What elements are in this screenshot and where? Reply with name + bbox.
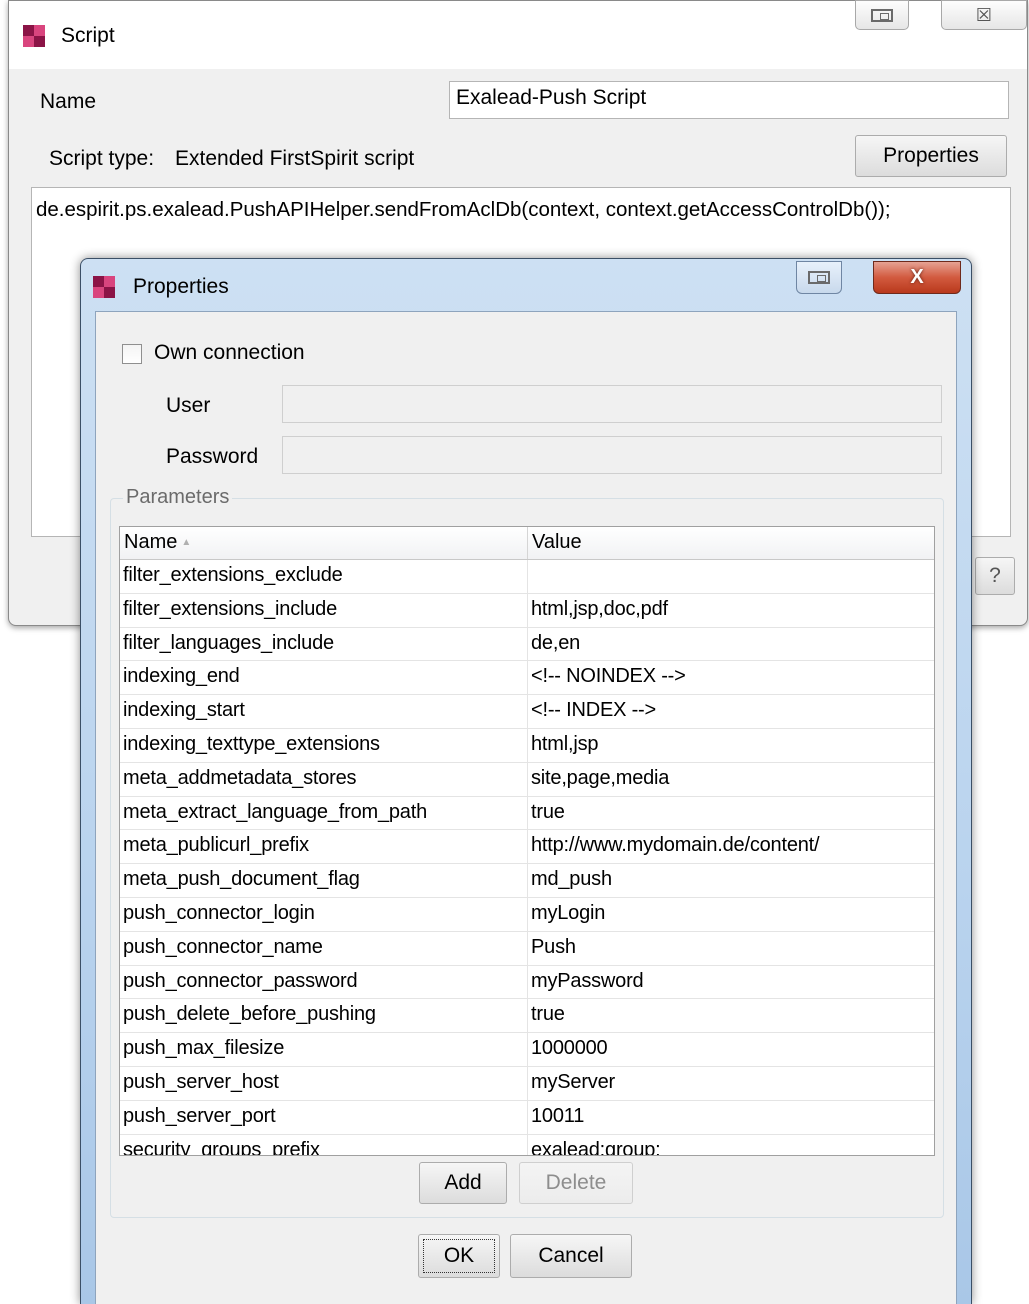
cancel-button[interactable]: Cancel <box>510 1234 632 1278</box>
name-field[interactable]: Exalead-Push Script <box>449 81 1009 119</box>
column-header-value-label: Value <box>532 531 582 553</box>
param-name: push_delete_before_pushing <box>120 999 528 1033</box>
param-value[interactable]: md_push <box>528 864 934 897</box>
properties-dialog-title: Properties <box>133 275 229 298</box>
param-name: filter_extensions_include <box>120 593 528 627</box>
column-header-name-label: Name <box>124 531 178 553</box>
param-name: indexing_end <box>120 661 528 695</box>
param-name: push_connector_login <box>120 897 528 931</box>
param-name: indexing_start <box>120 695 528 728</box>
parameters-group: Parameters Name ▲ Value filter_extensions… <box>110 486 944 1218</box>
param-value[interactable]: myPassword <box>528 966 934 999</box>
param-value[interactable]: 10011 <box>528 1101 934 1134</box>
param-name: meta_extract_language_from_path <box>120 796 528 830</box>
password-label: Password <box>166 445 259 468</box>
focus-ring <box>423 1239 495 1273</box>
ok-button[interactable]: OK <box>418 1234 500 1278</box>
table-row[interactable]: security_groups_prefix exalead:group: <box>120 1134 934 1155</box>
param-name: meta_push_document_flag <box>120 864 528 897</box>
param-name: security_groups_prefix <box>120 1134 528 1155</box>
script-type-value: Extended FirstSpirit script <box>175 147 415 170</box>
param-name: push_connector_password <box>120 965 528 999</box>
param-name: push_connector_name <box>120 931 528 965</box>
parameters-legend: Parameters <box>123 486 233 509</box>
param-name: meta_addmetadata_stores <box>120 762 528 796</box>
table-row[interactable]: filter_extensions_include html,jsp,doc,pd… <box>120 593 934 628</box>
help-button[interactable]: ? <box>975 557 1015 595</box>
table-body: filter_extensions_exclude filter_extensi… <box>120 560 934 1155</box>
script-code-line: de.espirit.ps.exalead.PushAPIHelper.send… <box>36 198 891 221</box>
table-row[interactable]: indexing_texttype_extensions html,jsp <box>120 728 934 763</box>
table-row[interactable]: meta_publicurl_prefix http://www.mydomain… <box>120 830 934 865</box>
properties-dialog: Properties X Own connection User Passwor… <box>80 258 972 1304</box>
param-value[interactable]: <!-- INDEX --> <box>528 695 934 728</box>
param-value[interactable]: true <box>528 999 934 1032</box>
firstspirit-app-icon <box>23 25 45 47</box>
restore-button[interactable] <box>855 0 909 30</box>
table-row[interactable]: push_connector_name Push <box>120 931 934 966</box>
close-button[interactable]: X <box>873 261 961 294</box>
param-name: filter_extensions_exclude <box>120 560 528 593</box>
table-row[interactable]: push_delete_before_pushing true <box>120 999 934 1034</box>
param-value[interactable]: html,jsp <box>528 729 934 762</box>
param-value[interactable] <box>528 560 934 593</box>
table-row[interactable]: push_connector_password myPassword <box>120 965 934 1000</box>
table-row[interactable]: push_max_filesize 1000000 <box>120 1033 934 1067</box>
param-value[interactable]: site,page,media <box>528 763 934 796</box>
param-value[interactable]: <!-- NOINDEX --> <box>528 661 934 694</box>
own-connection-label: Own connection <box>154 341 305 364</box>
name-label: Name <box>40 90 97 113</box>
own-connection-checkbox[interactable] <box>122 344 142 364</box>
properties-content: Own connection User Password Parameters … <box>95 311 957 1304</box>
close-icon: X <box>910 266 924 288</box>
table-row[interactable]: indexing_start <!-- INDEX --> <box>120 695 934 729</box>
script-window-title: Script <box>61 24 115 47</box>
properties-button[interactable]: Properties <box>855 135 1007 177</box>
restore-button[interactable] <box>796 261 842 294</box>
column-header-value[interactable]: Value <box>528 527 934 559</box>
param-value[interactable]: html,jsp,doc,pdf <box>528 594 934 627</box>
close-button[interactable]: ☒ <box>941 0 1027 30</box>
user-label: User <box>166 394 211 417</box>
table-row[interactable]: filter_languages_include de,en <box>120 627 934 662</box>
param-value[interactable]: de,en <box>528 628 934 661</box>
user-field[interactable] <box>282 385 942 423</box>
delete-button[interactable]: Delete <box>519 1162 633 1204</box>
param-name: indexing_texttype_extensions <box>120 728 528 762</box>
param-value[interactable]: myLogin <box>528 898 934 931</box>
table-row[interactable]: push_server_port 10011 <box>120 1100 934 1135</box>
table-header: Name ▲ Value <box>120 527 934 560</box>
param-value[interactable]: exalead:group: <box>528 1135 934 1155</box>
table-row[interactable]: push_server_host myServer <box>120 1066 934 1101</box>
param-name: push_server_port <box>120 1100 528 1134</box>
param-name: meta_publicurl_prefix <box>120 830 528 864</box>
script-titlebar: Script ☒ <box>9 0 1027 69</box>
close-icon: ☒ <box>975 4 993 25</box>
param-value[interactable]: myServer <box>528 1067 934 1100</box>
param-name: push_max_filesize <box>120 1033 528 1066</box>
firstspirit-app-icon <box>93 276 115 298</box>
param-value[interactable]: 1000000 <box>528 1033 934 1066</box>
table-row[interactable]: meta_addmetadata_stores site,page,media <box>120 762 934 797</box>
table-row[interactable]: push_connector_login myLogin <box>120 897 934 932</box>
column-header-name[interactable]: Name ▲ <box>120 527 528 559</box>
param-name: filter_languages_include <box>120 627 528 661</box>
parameters-table[interactable]: Name ▲ Value filter_extensions_exclude fi… <box>119 526 935 1156</box>
table-row[interactable]: meta_push_document_flag md_push <box>120 864 934 898</box>
table-row[interactable]: filter_extensions_exclude <box>120 560 934 594</box>
param-name: push_server_host <box>120 1066 528 1100</box>
table-row[interactable]: meta_extract_language_from_path true <box>120 796 934 831</box>
param-value[interactable]: Push <box>528 932 934 965</box>
script-type-label: Script type: <box>49 147 155 170</box>
sort-ascending-icon: ▲ <box>181 537 192 549</box>
password-field[interactable] <box>282 436 942 474</box>
restore-icon <box>808 271 830 284</box>
table-row[interactable]: indexing_end <!-- NOINDEX --> <box>120 661 934 696</box>
param-value[interactable]: http://www.mydomain.de/content/ <box>528 830 934 863</box>
param-value[interactable]: true <box>528 797 934 830</box>
restore-icon <box>871 8 893 22</box>
add-button[interactable]: Add <box>419 1162 507 1204</box>
